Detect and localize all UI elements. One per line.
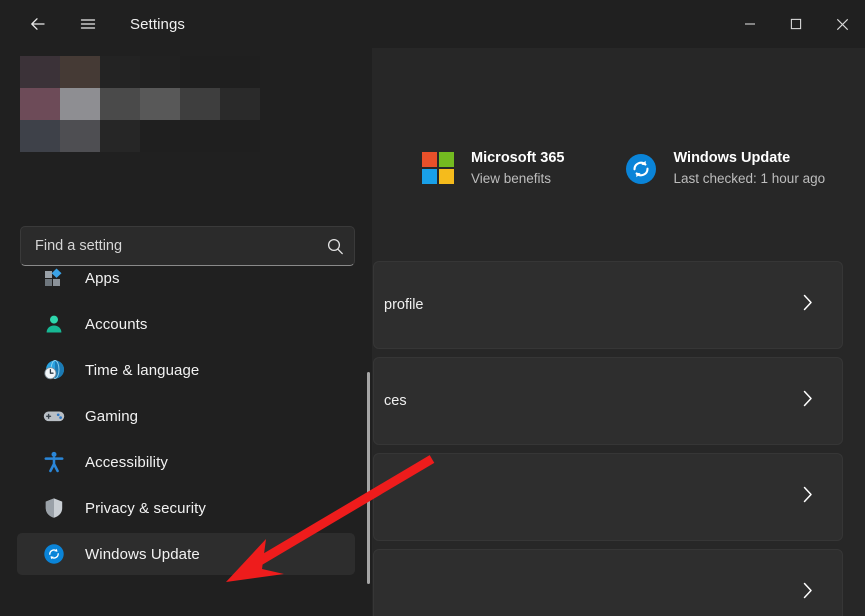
sidebar-item-accounts[interactable]: Accounts — [17, 303, 355, 345]
search-input[interactable] — [21, 238, 316, 254]
title-bar: Settings — [0, 0, 865, 48]
chevron-right-icon — [800, 292, 816, 319]
microsoft-logo-icon — [422, 151, 456, 186]
sidebar-item-privacy-security[interactable]: Privacy & security — [17, 487, 355, 529]
sidebar-item-label: Accounts — [85, 315, 148, 333]
chevron-right-icon — [800, 388, 816, 415]
chevron-right-icon — [800, 580, 816, 607]
sidebar-item-label: Windows Update — [85, 545, 200, 563]
sync-icon — [43, 543, 65, 565]
chevron-right-icon — [800, 484, 816, 511]
navigation-sidebar: Apps Accounts — [0, 48, 372, 616]
sidebar-item-label: Apps — [85, 269, 120, 287]
sidebar-item-label: Privacy & security — [85, 499, 206, 517]
sidebar-item-windows-update[interactable]: Windows Update — [17, 533, 355, 575]
sidebar-item-accessibility[interactable]: Accessibility — [17, 441, 355, 483]
apps-icon — [43, 267, 65, 289]
settings-card-list: profile ces — [373, 261, 843, 616]
account-profile-censored — [20, 56, 260, 152]
hamburger-menu-button[interactable] — [68, 8, 108, 40]
clock-globe-icon — [43, 359, 65, 381]
page-title: Settings — [130, 15, 185, 33]
quick-link-windows-update[interactable]: Windows Update Last checked: 1 hour ago — [624, 148, 825, 189]
accessibility-icon — [43, 451, 65, 473]
settings-card[interactable]: ces — [373, 357, 843, 445]
quick-links-row: Microsoft 365 View benefits Windows Upda… — [372, 148, 865, 189]
back-arrow-icon — [31, 18, 45, 30]
sidebar-nav-list: Apps Accounts Time & language Gaming Acc… — [0, 253, 372, 579]
shield-icon — [43, 497, 65, 519]
maximize-button[interactable] — [773, 0, 819, 48]
quick-link-subtitle: View benefits — [471, 171, 552, 186]
hamburger-menu-icon — [80, 19, 96, 29]
sidebar-item-label: Accessibility — [85, 453, 168, 471]
content-pane: Microsoft 365 View benefits Windows Upda… — [372, 48, 865, 616]
sidebar-item-label: Gaming — [85, 407, 139, 425]
quick-link-microsoft-365[interactable]: Microsoft 365 View benefits — [422, 148, 564, 189]
settings-card[interactable] — [373, 549, 843, 616]
close-button[interactable] — [819, 0, 865, 48]
gamepad-icon — [43, 405, 65, 427]
settings-card-label: ces — [384, 393, 407, 409]
settings-card-label: profile — [384, 297, 424, 313]
maximize-icon — [790, 18, 802, 30]
window-controls — [727, 0, 865, 48]
close-icon — [836, 18, 848, 30]
quick-link-title: Microsoft 365 — [471, 150, 565, 166]
sync-icon — [624, 152, 658, 186]
settings-window: Settings Microsoft 365 View benefits Win… — [0, 0, 865, 616]
minimize-icon — [745, 23, 755, 25]
sidebar-item-time-language[interactable]: Time & language — [17, 349, 355, 391]
sidebar-item-gaming[interactable]: Gaming — [17, 395, 355, 437]
quick-link-title: Windows Update — [673, 150, 791, 166]
quick-link-subtitle: Last checked: 1 hour ago — [673, 171, 826, 186]
settings-card[interactable]: profile — [373, 261, 843, 349]
settings-card[interactable] — [373, 453, 843, 541]
sidebar-item-label: Time & language — [85, 361, 200, 379]
minimize-button[interactable] — [727, 0, 773, 48]
back-button[interactable] — [18, 8, 58, 40]
sidebar-scrollbar[interactable] — [366, 372, 371, 584]
scrollbar-thumb[interactable] — [367, 372, 370, 584]
sidebar-item-apps[interactable]: Apps — [17, 257, 355, 299]
accounts-icon — [43, 313, 65, 335]
